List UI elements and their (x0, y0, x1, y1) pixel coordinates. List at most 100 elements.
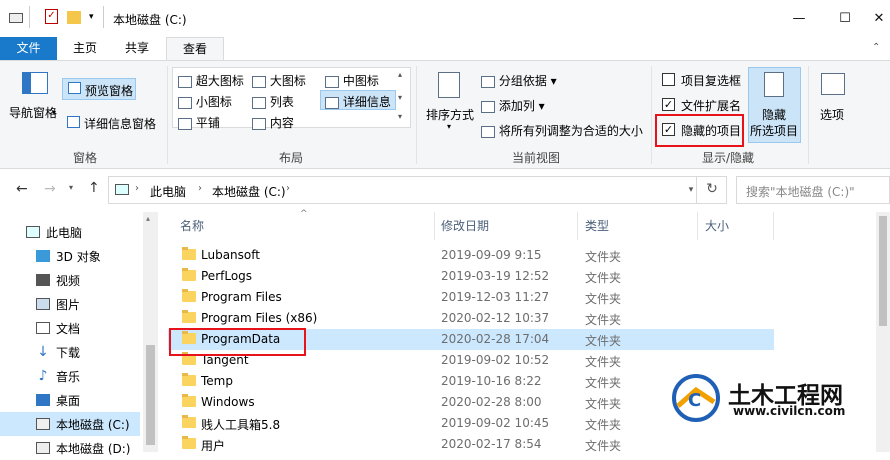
layout-group-label: 布局 (279, 151, 304, 165)
layout-medium-icons[interactable]: 中图标 (325, 72, 379, 89)
sort-by-icon (438, 72, 460, 98)
layout-details[interactable]: 详细信息 (325, 93, 391, 110)
add-columns-button[interactable]: 添加列 ▾ (481, 97, 545, 114)
column-header-name[interactable]: 名称 (180, 218, 204, 240)
sidebar-label: 3D 对象 (56, 249, 101, 264)
chevron-down-icon: ▾ (447, 122, 452, 131)
column-header-date[interactable]: 修改日期 (441, 218, 489, 240)
sort-ascending-icon: ^ (300, 209, 308, 219)
sidebar-label: 下载 (56, 345, 81, 360)
file-date: 2019-03-19 12:52 (441, 269, 550, 283)
folder-icon (182, 394, 196, 407)
file-row[interactable]: PerfLogs 2019-03-19 12:52 文件夹 (168, 266, 774, 287)
group-by-button[interactable]: 分组依据 ▾ (481, 72, 557, 89)
tab-home[interactable]: 主页 (64, 37, 106, 61)
file-row[interactable]: Program Files 2019-12-03 11:27 文件夹 (168, 287, 774, 308)
navigation-pane-button[interactable]: 导航窗格 (9, 104, 57, 121)
tab-file[interactable]: 文件 (0, 37, 57, 61)
sidebar-label: 文档 (56, 321, 81, 336)
customize-toolbar-icon[interactable]: ▾ (89, 12, 94, 22)
column-header-size[interactable]: 大小 (705, 218, 729, 240)
layout-list[interactable]: 列表 (252, 93, 294, 110)
properties-icon[interactable]: ✓ (45, 9, 58, 24)
layout-large-icons[interactable]: 大图标 (252, 72, 306, 89)
maximize-button[interactable]: ☐ (822, 0, 868, 37)
layout-content[interactable]: 内容 (252, 114, 294, 131)
recent-locations-icon[interactable]: ▾ (69, 183, 73, 192)
sidebar-item-pictures[interactable]: 图片 (0, 292, 140, 316)
forward-arrow-icon[interactable]: → (44, 181, 56, 197)
sidebar-item-music[interactable]: ♪ 音乐 (0, 364, 140, 388)
sidebar-label: 图片 (56, 297, 81, 312)
layout-small-icons[interactable]: 小图标 (178, 93, 232, 110)
collapse-ribbon-icon[interactable]: ⌃ (872, 42, 880, 53)
details-pane-icon (67, 116, 80, 128)
tab-view[interactable]: 查看 (166, 37, 224, 61)
details-pane-button[interactable]: 详细信息窗格 (84, 115, 156, 132)
divider (29, 6, 30, 28)
divider (416, 66, 417, 164)
file-row[interactable]: Lubansoft 2019-09-09 9:15 文件夹 (168, 245, 774, 266)
3d-objects-icon (36, 250, 50, 262)
desktop-icon (36, 394, 50, 406)
folder-icon (182, 373, 196, 386)
breadcrumb-this-pc[interactable]: 此电脑 (150, 183, 186, 200)
file-extensions-label: 文件扩展名 (681, 99, 742, 113)
scroll-up-icon[interactable]: ▴ (146, 214, 150, 223)
sidebar-item-documents[interactable]: 文档 (0, 316, 140, 340)
divider (103, 6, 104, 28)
divider (808, 66, 809, 164)
file-type: 文件夹 (585, 397, 622, 411)
refresh-icon[interactable]: ↻ (696, 176, 727, 204)
gallery-expand-icon[interactable]: ▾ (398, 112, 402, 121)
file-type: 文件夹 (585, 271, 622, 285)
chevron-right-icon: › (286, 183, 290, 194)
divider (167, 66, 168, 164)
download-icon: ↓ (37, 344, 49, 360)
sidebar-item-downloads[interactable]: ↓ 下载 (0, 340, 140, 364)
file-name: 贱人工具箱5.8 (201, 418, 281, 432)
gallery-scroll-up-icon[interactable]: ▴ (398, 70, 402, 79)
close-button[interactable]: ✕ (868, 0, 890, 37)
sidebar-scroll-thumb[interactable] (146, 345, 155, 445)
divider (773, 212, 774, 240)
current-view-group-label: 当前视图 (512, 151, 561, 165)
folder-icon (182, 247, 196, 260)
watermark-url: www.civilcn.com (733, 404, 846, 418)
layout-tiles[interactable]: 平铺 (178, 114, 220, 131)
pictures-icon (36, 298, 50, 310)
sidebar-label: 音乐 (56, 369, 81, 384)
sidebar-item-local-disk-c[interactable]: 本地磁盘 (C:) (0, 412, 140, 436)
options-button[interactable]: 选项 (820, 106, 844, 123)
highlight-box (169, 328, 306, 356)
layout-extra-large-icons[interactable]: 超大图标 (178, 72, 244, 89)
sidebar-item-this-pc[interactable]: 此电脑 (0, 220, 140, 244)
sidebar-item-desktop[interactable]: 桌面 (0, 388, 140, 412)
sidebar-item-3d-objects[interactable]: 3D 对象 (0, 244, 140, 268)
file-name: 用户 (201, 439, 226, 453)
up-arrow-icon[interactable]: ↑ (88, 180, 100, 196)
gallery-scroll-down-icon[interactable]: ▾ (398, 93, 402, 102)
file-extensions-checkbox[interactable]: ✓ (662, 98, 675, 111)
new-folder-icon[interactable] (67, 11, 81, 24)
column-header-type[interactable]: 类型 (585, 218, 609, 240)
size-all-columns-button[interactable]: 将所有列调整为合适的大小 (481, 122, 643, 139)
sidebar-item-videos[interactable]: 视频 (0, 268, 140, 292)
minimize-button[interactable]: — (776, 0, 822, 37)
hidden-items-checkbox[interactable]: ✓ (662, 123, 675, 136)
file-row[interactable]: Program Files (x86) 2020-02-12 10:37 文件夹 (168, 308, 774, 329)
file-date: 2020-02-12 10:37 (441, 311, 550, 325)
content-scroll-thumb[interactable] (879, 216, 887, 326)
breadcrumb-local-disk[interactable]: 本地磁盘 (C:) (212, 183, 286, 200)
tab-share[interactable]: 共享 (116, 37, 158, 61)
file-type: 文件夹 (585, 334, 622, 348)
sidebar-label: 此电脑 (46, 225, 83, 240)
sidebar-item-local-disk-d[interactable]: 本地磁盘 (D:) (0, 436, 140, 460)
item-checkboxes-checkbox[interactable] (662, 73, 675, 86)
back-arrow-icon[interactable]: ← (16, 181, 28, 197)
file-name: Program Files (x86) (201, 311, 318, 325)
folder-icon (182, 436, 196, 449)
large-icons-icon (252, 75, 266, 88)
sort-by-button[interactable]: 排序方式 (426, 106, 474, 123)
content-icon (252, 117, 266, 130)
